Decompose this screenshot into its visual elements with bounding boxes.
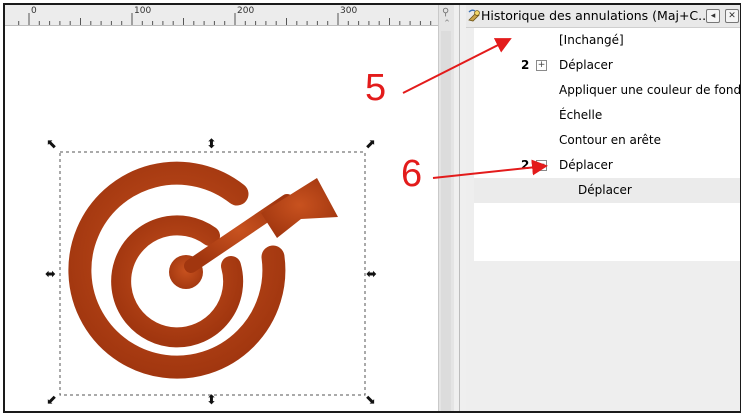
- annotation-arrow-6: [432, 159, 548, 179]
- annotation-label-5: 5: [365, 67, 387, 109]
- annotation-arrow-5: [402, 38, 512, 94]
- annotation-arrows: [402, 38, 548, 179]
- annotation-label-6: 6: [401, 153, 423, 195]
- window-frame: 0 100 200 300 ⬉ ⬍ ⬈ ⬌ ⬌ ⬋ ⬍ ⬊ ⚲ ⌃ Histor…: [3, 3, 741, 413]
